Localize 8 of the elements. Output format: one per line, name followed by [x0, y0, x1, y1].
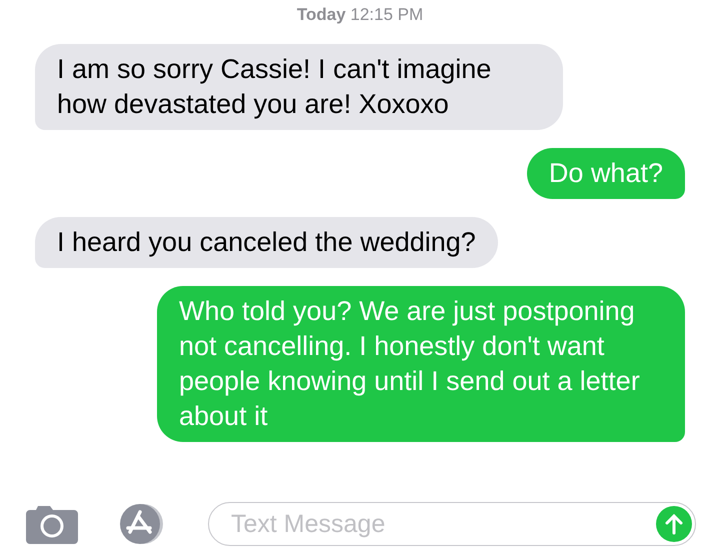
sent-message-bubble: Do what? [526, 148, 685, 198]
sent-message-bubble: Who told you? We are just postponing not cancelling. I honestly don't want people knowing until I send out a letter about it [157, 286, 685, 442]
message-field[interactable]: Text Message [208, 502, 696, 546]
received-message-bubble: I am so sorry Cassie! I can't imagine how devastated you are! Xoxoxo [35, 44, 563, 130]
arrow-up-icon [664, 513, 684, 535]
camera-icon[interactable] [24, 504, 80, 544]
timestamp: Today 12:15 PM [296, 5, 424, 24]
received-message-bubble: I heard you canceled the wedding? [35, 216, 498, 268]
